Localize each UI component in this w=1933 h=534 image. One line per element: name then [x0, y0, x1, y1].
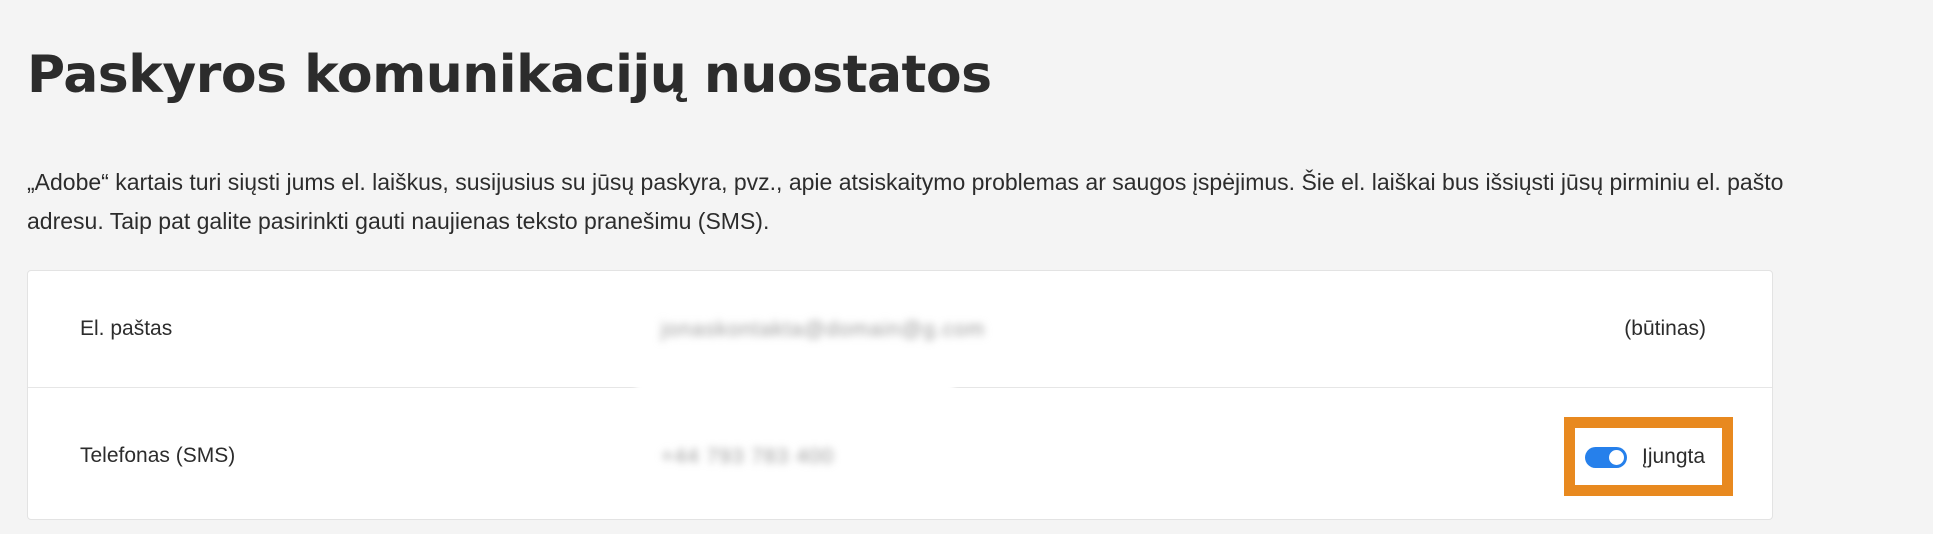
phone-row: Telefonas (SMS) +44 793 783 400 Įjungta [28, 388, 1772, 519]
email-value: jonaskontakta@domain@g.com [661, 318, 986, 341]
intro-text: „Adobe“ kartais turi siųsti jums el. lai… [27, 169, 1784, 234]
phone-label: Telefonas (SMS) [80, 444, 236, 467]
phone-value: +44 793 783 400 [661, 445, 835, 468]
sms-toggle[interactable] [1585, 447, 1627, 468]
page-title: Paskyros komunikacijų nuostatos [27, 45, 992, 105]
toggle-knob [1609, 450, 1624, 465]
communication-settings-card: El. paštas jonaskontakta@domain@g.com (b… [27, 270, 1773, 520]
required-tag: (būtinas) [1624, 317, 1706, 340]
sms-toggle-label[interactable]: Įjungta [1642, 445, 1705, 469]
email-label: El. paštas [80, 317, 173, 340]
